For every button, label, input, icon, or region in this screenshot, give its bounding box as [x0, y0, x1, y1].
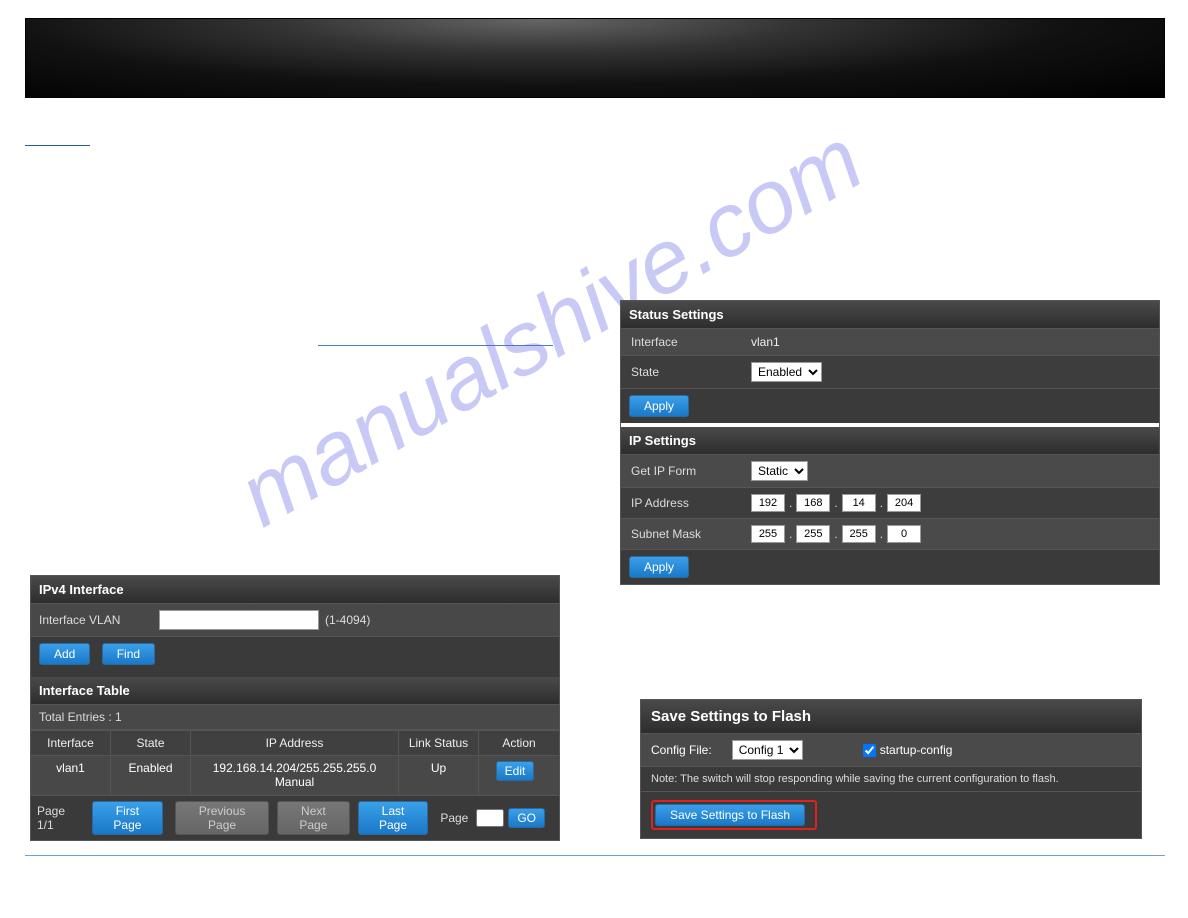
hdr-action: Action	[479, 730, 559, 755]
prev-page-button[interactable]: Previous Page	[175, 801, 269, 835]
config-file-label: Config File:	[651, 743, 712, 757]
save-title: Save Settings to Flash	[641, 700, 1141, 733]
save-settings-button[interactable]: Save Settings to Flash	[655, 804, 805, 826]
table-row: vlan1 Enabled 192.168.14.204/255.255.255…	[31, 755, 559, 795]
hdr-interface: Interface	[31, 730, 111, 755]
find-button[interactable]: Find	[102, 643, 155, 665]
status-settings-panel: Status Settings Interface vlan1 State En…	[621, 301, 1159, 427]
ip-addr-row: IP Address . . .	[621, 487, 1159, 518]
mask-octet-1[interactable]	[751, 525, 785, 543]
ipv4-title: IPv4 Interface	[31, 576, 559, 603]
status-apply-row: Apply	[621, 388, 1159, 423]
save-config-row: Config File: Config 1 startup-config	[641, 733, 1141, 766]
ip-octet-2[interactable]	[796, 494, 830, 512]
right-panel-group: Status Settings Interface vlan1 State En…	[620, 300, 1160, 585]
cell-action: Edit	[479, 756, 559, 795]
ipv4-interface-panel: IPv4 Interface Interface VLAN (1-4094) A…	[30, 575, 560, 841]
add-button[interactable]: Add	[39, 643, 90, 665]
ip-addr-label: IP Address	[631, 496, 751, 510]
ip-title: IP Settings	[621, 427, 1159, 454]
bottom-rule	[25, 855, 1165, 856]
ip-form-row: Get IP Form Static	[621, 454, 1159, 487]
save-btn-row: Save Settings to Flash	[641, 791, 1141, 838]
vlan-label: Interface VLAN	[39, 613, 159, 627]
hdr-state: State	[111, 730, 191, 755]
vlan-range: (1-4094)	[325, 613, 370, 627]
edit-button[interactable]: Edit	[496, 761, 535, 781]
pager: Page 1/1 First Page Previous Page Next P…	[31, 795, 559, 840]
save-btn-outline: Save Settings to Flash	[651, 800, 817, 830]
ip-octet-4[interactable]	[887, 494, 921, 512]
mask-octet-2[interactable]	[796, 525, 830, 543]
status-state-select[interactable]: Enabled	[751, 362, 822, 382]
status-state-row: State Enabled	[621, 355, 1159, 388]
ip-settings-panel: IP Settings Get IP Form Static IP Addres…	[621, 427, 1159, 584]
interface-table-title: Interface Table	[31, 677, 559, 704]
ip-apply-button[interactable]: Apply	[629, 556, 689, 578]
pager-page: Page 1/1	[37, 804, 84, 832]
last-page-button[interactable]: Last Page	[358, 801, 429, 835]
hdr-ip: IP Address	[191, 730, 399, 755]
status-if-row: Interface vlan1	[621, 328, 1159, 355]
status-apply-button[interactable]: Apply	[629, 395, 689, 417]
cell-ip: 192.168.14.204/255.255.255.0 Manual	[191, 756, 399, 795]
ip-octet-1[interactable]	[751, 494, 785, 512]
underline-bar	[25, 145, 90, 146]
ip-octet-3[interactable]	[842, 494, 876, 512]
ip-mask-row: Subnet Mask . . .	[621, 518, 1159, 549]
config-file-select[interactable]: Config 1	[732, 740, 803, 760]
cell-interface: vlan1	[31, 756, 111, 795]
ip-mask-label: Subnet Mask	[631, 527, 751, 541]
ip-form-select[interactable]: Static	[751, 461, 808, 481]
pager-page-input[interactable]	[476, 809, 504, 827]
pager-page-lbl: Page	[440, 811, 468, 825]
page-banner	[25, 18, 1165, 98]
first-page-button[interactable]: First Page	[92, 801, 163, 835]
hdr-link: Link Status	[399, 730, 479, 755]
status-if-label: Interface	[631, 335, 751, 349]
text-link-underline	[318, 345, 553, 346]
cell-link: Up	[399, 756, 479, 795]
vlan-btn-row: Add Find	[31, 636, 559, 671]
vlan-row: Interface VLAN (1-4094)	[31, 603, 559, 636]
next-page-button[interactable]: Next Page	[277, 801, 350, 835]
table-header: Interface State IP Address Link Status A…	[31, 729, 559, 755]
status-if-value: vlan1	[751, 335, 780, 349]
status-title: Status Settings	[621, 301, 1159, 328]
vlan-input[interactable]	[159, 610, 319, 630]
mask-octet-3[interactable]	[842, 525, 876, 543]
ip-form-label: Get IP Form	[631, 464, 751, 478]
startup-config-label: startup-config	[880, 743, 953, 757]
cell-state: Enabled	[111, 756, 191, 795]
ip-apply-row: Apply	[621, 549, 1159, 584]
status-state-label: State	[631, 365, 751, 379]
save-settings-panel: Save Settings to Flash Config File: Conf…	[640, 699, 1142, 839]
go-button[interactable]: GO	[508, 808, 545, 828]
mask-octet-4[interactable]	[887, 525, 921, 543]
save-note: Note: The switch will stop responding wh…	[641, 766, 1141, 791]
startup-config-checkbox[interactable]	[863, 744, 876, 757]
total-entries: Total Entries : 1	[31, 704, 559, 729]
